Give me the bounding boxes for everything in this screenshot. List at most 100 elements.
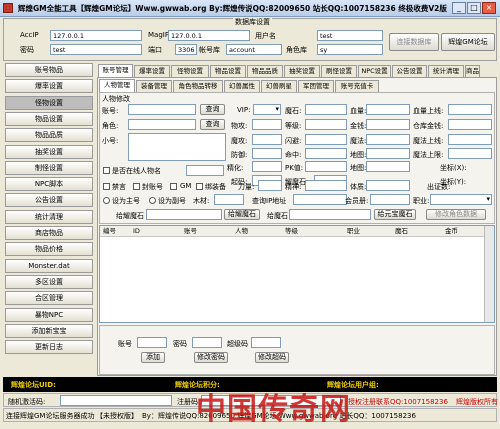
- spirit-input[interactable]: [305, 180, 347, 191]
- sub-tab[interactable]: 幻兽刷星: [261, 80, 297, 92]
- body-input[interactable]: [366, 180, 410, 191]
- bottom-super-input[interactable]: [251, 337, 281, 348]
- crit-input[interactable]: [252, 161, 282, 172]
- pk-input[interactable]: [305, 161, 347, 172]
- query-account-button[interactable]: 查询: [200, 104, 225, 115]
- query-role-button[interactable]: 查询: [200, 119, 225, 130]
- bottom-password-input[interactable]: [192, 337, 222, 348]
- main-tab[interactable]: 怪物设置: [171, 65, 209, 77]
- close-button[interactable]: ×: [482, 2, 496, 14]
- map2-input[interactable]: [366, 161, 410, 172]
- mp-max-input[interactable]: [448, 134, 492, 145]
- account-input[interactable]: [128, 104, 196, 115]
- sidebar-item[interactable]: 物品设置: [5, 111, 93, 126]
- sidebar-item[interactable]: 账号物品: [5, 63, 93, 77]
- magic-limit-input[interactable]: [448, 148, 492, 159]
- seal-checkbox[interactable]: [133, 183, 140, 190]
- bottom-account-input[interactable]: [137, 337, 167, 348]
- sidebar-item[interactable]: 统计清理: [5, 209, 93, 224]
- level-input[interactable]: [305, 119, 347, 130]
- add-account-button[interactable]: 添加: [141, 352, 165, 363]
- sub-tab[interactable]: 人物管理: [99, 79, 135, 92]
- give-stone-input[interactable]: [146, 209, 222, 220]
- maximize-button[interactable]: □: [467, 2, 481, 14]
- sidebar-item[interactable]: 合区管理: [5, 291, 93, 306]
- main-tab[interactable]: 统计清理: [428, 65, 464, 77]
- main-tab[interactable]: 账号管理: [98, 64, 133, 77]
- wood-input[interactable]: [214, 194, 244, 205]
- main-account-radio[interactable]: [103, 197, 110, 204]
- sub-tab[interactable]: 账号充值卡: [335, 80, 379, 92]
- online-checkbox[interactable]: [103, 167, 110, 174]
- main-tab[interactable]: 爆率设置: [134, 65, 170, 77]
- main-tab[interactable]: 刷怪设置: [321, 65, 357, 77]
- online-name-input[interactable]: [186, 165, 224, 176]
- sidebar-item[interactable]: 物品品质: [5, 128, 93, 143]
- sidebar-item[interactable]: 多区设置: [5, 274, 93, 289]
- forum-button[interactable]: 辉煌GM论坛: [441, 33, 495, 51]
- main-tab[interactable]: 物品品质: [247, 65, 283, 77]
- main-tab[interactable]: NPC设置: [358, 65, 391, 77]
- nick-list[interactable]: [128, 133, 226, 161]
- db-password-input[interactable]: [50, 44, 142, 55]
- gm-checkbox[interactable]: [170, 183, 177, 190]
- change-password-button[interactable]: 修改密码: [194, 352, 228, 363]
- hit-input[interactable]: [305, 148, 347, 159]
- money-input[interactable]: [366, 119, 410, 130]
- sidebar-item[interactable]: 抽奖设置: [5, 144, 93, 159]
- sub-account-radio[interactable]: [149, 197, 156, 204]
- magic-atk-input[interactable]: [252, 134, 282, 145]
- modify-role-button[interactable]: 修改角色数据: [426, 209, 486, 220]
- sidebar-item[interactable]: 更新日志: [5, 340, 93, 355]
- dodge-input[interactable]: [305, 134, 347, 145]
- give-ore-button[interactable]: 给元宝魔石: [374, 209, 416, 220]
- mp-input[interactable]: [366, 134, 410, 145]
- role-input[interactable]: [128, 119, 196, 130]
- bind-ip-input[interactable]: [293, 194, 347, 205]
- magic-stone-input[interactable]: [305, 104, 347, 115]
- main-tab[interactable]: 抽奖设置: [284, 65, 320, 77]
- sidebar-item[interactable]: NPC脚本: [5, 177, 93, 192]
- main-tab[interactable]: 商品: [465, 65, 480, 77]
- bind-equip-checkbox[interactable]: [196, 183, 203, 190]
- sidebar-item[interactable]: 暴物NPC: [5, 307, 93, 322]
- job-select[interactable]: [430, 194, 492, 205]
- sidebar-item[interactable]: 制怪设置: [5, 160, 93, 175]
- minimize-button[interactable]: _: [452, 2, 466, 14]
- table-scrollbar[interactable]: [484, 226, 494, 322]
- sidebar-item[interactable]: 添加新宝宝: [5, 323, 93, 338]
- account-table-input[interactable]: [226, 44, 282, 55]
- give-ore-input[interactable]: [289, 209, 371, 220]
- main-tab[interactable]: 公告设置: [392, 65, 427, 77]
- role-table[interactable]: 编号 ID 账号 人物 等级 职业 魔石 金币: [99, 225, 495, 323]
- db-user-input[interactable]: [317, 30, 383, 41]
- sidebar-item[interactable]: 物品价格: [5, 242, 93, 257]
- warehouse-money-input[interactable]: [448, 119, 492, 130]
- sidebar-item[interactable]: 公告设置: [5, 193, 93, 208]
- hp-max-input[interactable]: [448, 104, 492, 115]
- hp-input[interactable]: [366, 104, 410, 115]
- db-port-input[interactable]: [175, 44, 197, 55]
- mag-ip-input[interactable]: [168, 30, 250, 41]
- sidebar-item[interactable]: Monster.dat: [5, 258, 93, 273]
- role-table-input[interactable]: [317, 44, 383, 55]
- sidebar-item[interactable]: 商店物品: [5, 226, 93, 240]
- give-stone-button[interactable]: 给耀魔石: [224, 209, 260, 220]
- connect-db-button[interactable]: 连接数据库: [389, 33, 439, 51]
- vip-select[interactable]: [253, 104, 281, 115]
- random-code-input[interactable]: [60, 395, 172, 406]
- attack-input[interactable]: [252, 119, 282, 130]
- main-tab[interactable]: 物品设置: [210, 65, 246, 77]
- acc-ip-input[interactable]: [50, 30, 142, 41]
- sub-tab[interactable]: 装备管理: [136, 80, 172, 92]
- ban-checkbox[interactable]: [103, 183, 110, 190]
- sidebar-item[interactable]: 怪物设置: [5, 95, 93, 110]
- change-super-button[interactable]: 修改超码: [255, 352, 289, 363]
- defense-input[interactable]: [252, 148, 282, 159]
- sub-tab[interactable]: 军团管理: [298, 80, 334, 92]
- map-input[interactable]: [366, 148, 410, 159]
- sub-tab[interactable]: 角色物品转移: [173, 80, 223, 92]
- sub-tab[interactable]: 幻兽属性: [224, 80, 260, 92]
- member-input[interactable]: [370, 194, 410, 205]
- power-input[interactable]: [258, 180, 282, 191]
